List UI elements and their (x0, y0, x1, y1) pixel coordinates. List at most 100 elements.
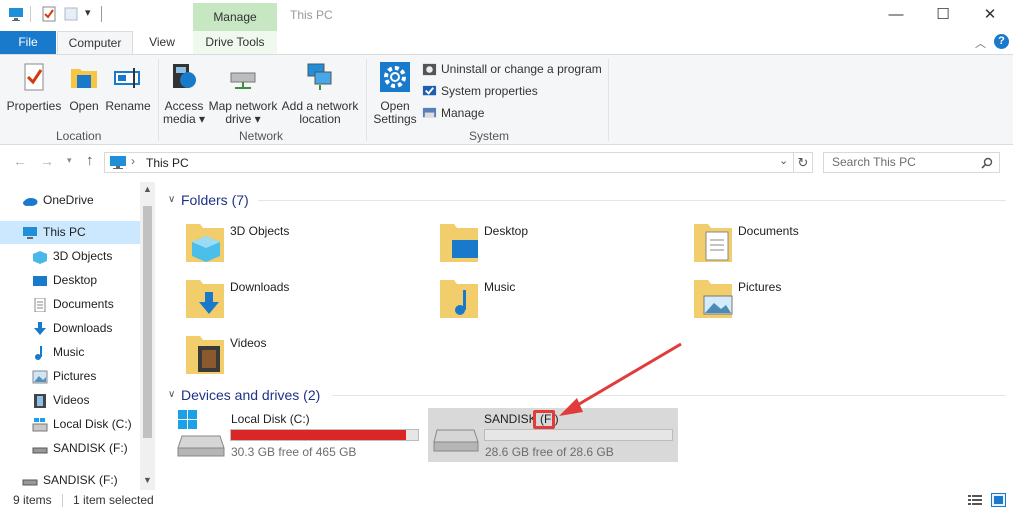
uninstall-label: Uninstall or change a program (441, 62, 602, 76)
annotation-arrow (559, 342, 682, 416)
drive-local-disk-c[interactable]: Local Disk (C:) 30.3 GB free of 465 GB (176, 408, 422, 462)
properties-icon (24, 63, 44, 91)
open-button[interactable]: Open (64, 61, 104, 113)
tab-drive-tools[interactable]: Drive Tools (193, 31, 277, 54)
folder-label: Downloads (230, 280, 290, 294)
minimize-button[interactable]: — (873, 0, 919, 30)
manage-button[interactable]: Manage (422, 104, 484, 122)
nav-item-3d-objects[interactable]: 3D Objects (32, 245, 112, 267)
folder-desktop[interactable]: Desktop (438, 220, 688, 270)
nav-item-music[interactable]: Music (32, 341, 84, 363)
nav-item-sandisk-f-root[interactable]: SANDISK (F:) (22, 469, 118, 490)
nav-item-desktop[interactable]: Desktop (32, 269, 97, 291)
nav-item-pictures[interactable]: Pictures (32, 365, 96, 387)
collapse-ribbon-icon[interactable]: ︿ (975, 35, 986, 51)
folder-videos[interactable]: Videos (184, 332, 434, 382)
nav-item-downloads[interactable]: Downloads (32, 317, 112, 339)
nav-scrollbar[interactable]: ▲ ▼ (140, 182, 155, 490)
map-network-drive-button[interactable]: Map network drive ▾ (206, 61, 280, 126)
search-input[interactable]: Search This PC (823, 152, 1000, 173)
open-label: Open (69, 99, 99, 113)
nav-label: 3D Objects (53, 249, 113, 263)
nav-item-local-disk-c[interactable]: Local Disk (C:) (32, 413, 132, 435)
nav-item-onedrive[interactable]: OneDrive (22, 189, 94, 211)
folder-3d-objects[interactable]: 3D Objects (184, 220, 434, 270)
nav-label: OneDrive (43, 193, 94, 207)
properties-qa-icon[interactable] (41, 6, 57, 22)
folder-downloads[interactable]: Downloads (184, 276, 434, 326)
selection-count: 1 item selected (73, 493, 154, 507)
tab-computer[interactable]: Computer (57, 31, 133, 55)
ribbon: Properties Open Rename Location Access m… (0, 54, 1013, 145)
manage-icon (422, 108, 437, 118)
film-icon (34, 393, 46, 408)
qa-divider (30, 6, 31, 22)
drives-heading[interactable]: Devices and drives (2) (181, 387, 320, 403)
usb-drive-icon (433, 429, 479, 452)
item-count: 9 items (13, 493, 52, 507)
maximize-icon: ☐ (936, 6, 950, 23)
desktop-icon (33, 275, 47, 286)
status-divider (62, 494, 63, 507)
folders-heading[interactable]: Folders (7) (181, 192, 249, 208)
open-settings-button[interactable]: Open Settings (372, 61, 418, 126)
nav-label: Documents (53, 297, 114, 311)
drives-collapse-chevron-icon[interactable]: ∨ (168, 389, 175, 400)
rename-button[interactable]: Rename (104, 61, 152, 113)
address-bar[interactable]: › This PC ⌄ (104, 152, 794, 173)
folders-collapse-chevron-icon[interactable]: ∨ (168, 194, 175, 205)
nav-label: Local Disk (C:) (53, 417, 132, 431)
customize-qa-dropdown[interactable]: ▾ (85, 6, 91, 19)
drive-usage-fill (231, 430, 406, 440)
large-icons-view-icon[interactable] (991, 493, 1006, 507)
drive-free-space: 30.3 GB free of 465 GB (231, 445, 357, 459)
folder-music[interactable]: Music (438, 276, 688, 326)
forward-arrow-icon[interactable]: → (40, 153, 54, 169)
search-icon (981, 157, 993, 169)
uninstall-program-button[interactable]: Uninstall or change a program (422, 60, 602, 78)
details-view-icon[interactable] (968, 494, 982, 506)
close-icon: ✕ (983, 6, 997, 23)
new-folder-qa-icon[interactable] (64, 6, 80, 22)
back-arrow-icon[interactable]: ← (13, 153, 27, 169)
manage-label: Manage (441, 106, 485, 120)
tab-view[interactable]: View (140, 31, 184, 54)
access-media-icon (173, 64, 196, 88)
group-divider (158, 59, 159, 141)
scroll-thumb[interactable] (143, 206, 152, 438)
add-network-location-button[interactable]: Add a network location (280, 61, 360, 126)
up-arrow-icon[interactable]: ↑ (86, 152, 94, 169)
window-title: This PC (290, 8, 333, 22)
location-group-label: Location (56, 129, 102, 143)
maximize-button[interactable]: ☐ (920, 0, 966, 30)
system-properties-button[interactable]: System properties (422, 82, 538, 100)
nav-item-this-pc[interactable]: This PC (22, 221, 86, 243)
access-media-button[interactable]: Access media ▾ (162, 61, 206, 126)
group-divider (366, 59, 367, 141)
nav-label: Downloads (53, 321, 113, 335)
title-bar: ▾ Manage This PC — ☐ ✕ (0, 0, 1013, 31)
close-button[interactable]: ✕ (967, 0, 1013, 30)
folder-music-icon (440, 280, 478, 318)
nav-label: Desktop (53, 273, 98, 287)
folder-documents[interactable]: Documents (692, 220, 942, 270)
tab-file[interactable]: File (0, 31, 56, 54)
nav-item-sandisk-f[interactable]: SANDISK (F:) (32, 437, 128, 459)
nav-item-documents[interactable]: Documents (32, 293, 114, 315)
address-dropdown-chevron-icon[interactable]: ⌄ (779, 154, 788, 167)
properties-button[interactable]: Properties (4, 61, 64, 113)
nav-item-videos[interactable]: Videos (32, 389, 89, 411)
folder-label: Pictures (738, 280, 782, 294)
recent-locations-chevron-icon[interactable]: ▾ (67, 155, 72, 166)
this-pc-icon (110, 156, 126, 169)
refresh-icon[interactable]: ↻ (794, 152, 813, 173)
this-pc-icon (23, 226, 37, 239)
help-icon[interactable]: ? (994, 34, 1009, 49)
folder-pictures[interactable]: Pictures (692, 276, 942, 326)
add-location-label-2: location (299, 112, 341, 126)
breadcrumb-this-pc[interactable]: This PC (146, 156, 189, 170)
nav-label: SANDISK (F:) (43, 473, 118, 487)
folder-videos-icon (186, 336, 224, 374)
scroll-up-icon[interactable]: ▲ (143, 184, 152, 194)
scroll-down-icon[interactable]: ▼ (143, 475, 152, 485)
